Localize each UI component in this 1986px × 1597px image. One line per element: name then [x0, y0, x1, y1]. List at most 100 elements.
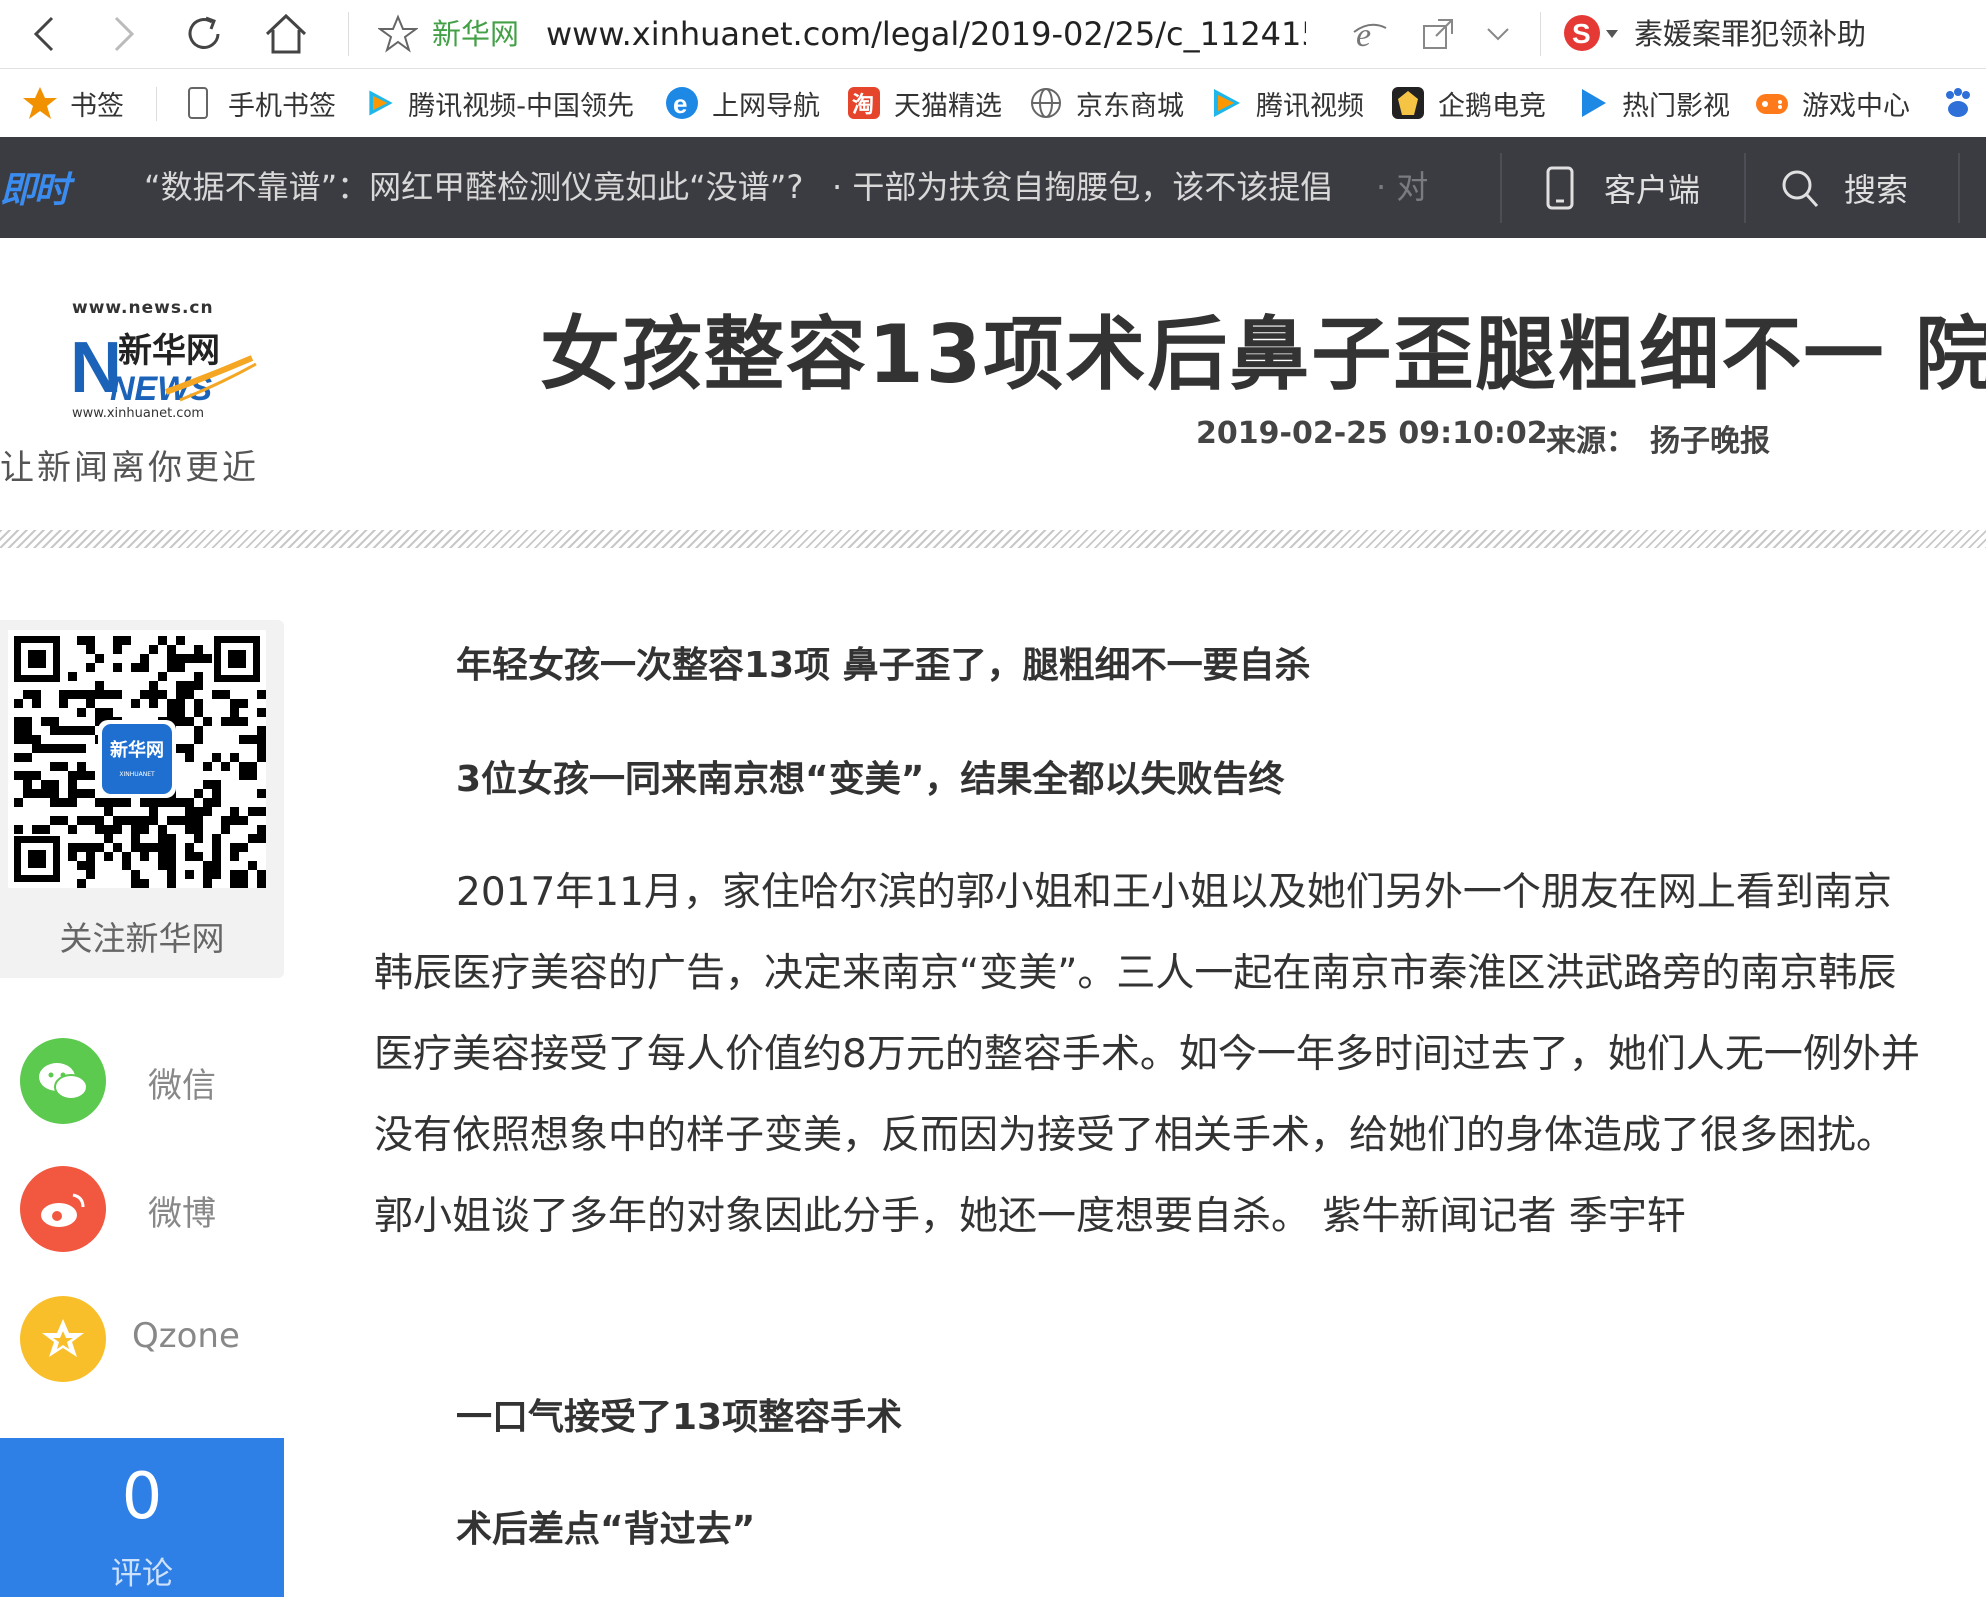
logo-brand-text: 新华网 — [118, 331, 220, 371]
bookmark-item-game-center[interactable]: 游戏中心 — [1754, 69, 1910, 137]
article-subhead: 术后差点“背过去” — [456, 1509, 756, 1550]
search-icon — [1782, 170, 1819, 207]
article-subhead: 3位女孩一同来南京想“变美”，结果全都以失败告终 — [456, 759, 1285, 800]
svg-text:淘: 淘 — [852, 92, 874, 118]
xinhua-news-logo-icon: N 新华网 NEWS — [70, 328, 257, 408]
ticker-item[interactable]: · 干部为扶贫自掏腰包，该不该提倡 — [832, 137, 1332, 238]
gamepad-icon — [1756, 94, 1788, 114]
share-label: 微博 — [148, 1194, 216, 1234]
client-label: 客户端 — [1604, 170, 1701, 209]
baidu-paw-icon — [1946, 88, 1970, 117]
toolbar-divider — [1540, 12, 1541, 56]
svg-text:S: S — [1572, 18, 1591, 49]
svg-text:e: e — [1356, 17, 1371, 54]
site-search-button[interactable]: 搜索 — [1780, 137, 1908, 238]
share-wechat-button[interactable]: 微信 — [20, 1036, 216, 1126]
reload-button[interactable] — [174, 4, 234, 64]
share-qzone-button[interactable]: Qzone — [20, 1294, 240, 1384]
qr-code-image: 新华网 XINHUANET — [8, 630, 266, 888]
ticker-logo: 即时 — [0, 170, 70, 211]
home-icon — [265, 13, 307, 54]
back-button[interactable] — [14, 4, 74, 64]
search-suggestion-text[interactable]: 素媛案罪犯领补助 — [1634, 12, 1866, 56]
ie-icon: e — [666, 87, 698, 119]
article-title: 女孩整容13项术后鼻子歪腿粗细不一 院方 — [540, 308, 1986, 401]
tencent-video-icon — [1214, 89, 1240, 117]
bookmark-item-baidu[interactable] — [1940, 69, 1986, 137]
bookmark-label: 京东商城 — [1076, 90, 1184, 122]
qzone-icon — [20, 1296, 106, 1382]
bookmark-item-tmall[interactable]: 淘 天猫精选 — [846, 69, 1002, 137]
bookmark-item-jd[interactable]: 京东商城 — [1028, 69, 1184, 137]
bookmark-item-hot-movies[interactable]: 热门影视 — [1574, 69, 1730, 137]
logo-url-top: www.news.cn — [72, 298, 214, 318]
bookmark-label: 腾讯视频 — [1256, 90, 1364, 122]
share-page-icon[interactable] — [1420, 16, 1456, 52]
publish-date: 2019-02-25 09:10:02 — [1196, 416, 1548, 451]
comment-label: 评论 — [111, 1556, 173, 1592]
play-icon — [1582, 89, 1606, 117]
star-outline-icon — [376, 14, 420, 53]
browser-address-bar: 新华网 www.xinhuanet.com/legal/2019-02/25/c… — [0, 0, 1986, 69]
forward-button[interactable] — [94, 4, 154, 64]
qr-center-label: 新华网 — [110, 739, 164, 761]
bookmark-label: 企鹅电竞 — [1438, 90, 1546, 122]
bookmark-item-mobile[interactable]: 手机书签 — [180, 69, 336, 137]
svg-text:e: e — [673, 89, 687, 119]
share-label: 微信 — [148, 1066, 216, 1106]
source-name: 扬子晚报 — [1650, 424, 1770, 459]
ie-mode-icon[interactable]: e — [1350, 14, 1390, 54]
bookmark-item-tencent-video-site[interactable]: 腾讯视频-中国领先 — [364, 69, 634, 137]
globe-icon — [1031, 88, 1061, 118]
bookmark-label: 手机书签 — [228, 90, 336, 122]
mobile-phone-icon — [1546, 166, 1574, 209]
logo-news-text: NEWS — [110, 370, 212, 408]
bookmark-item-bookmarks[interactable]: 书签 — [22, 69, 124, 137]
bookmark-label: 游戏中心 — [1802, 90, 1910, 122]
logo-url-bottom: www.xinhuanet.com — [72, 406, 205, 421]
bookmark-item-nav[interactable]: e 上网导航 — [664, 69, 820, 137]
bookmark-label: 书签 — [70, 90, 124, 122]
sogou-search-engine-icon[interactable]: S — [1560, 10, 1626, 56]
comment-count: 0 — [121, 1460, 163, 1534]
qr-center-sublabel: XINHUANET — [119, 771, 155, 778]
article-subhead: 年轻女孩一次整容13项 鼻子歪了，腿粗细不一要自杀 — [456, 645, 1311, 686]
reload-icon — [188, 16, 220, 49]
qr-caption: 关注新华网 — [59, 919, 225, 958]
penguin-esports-icon — [1392, 87, 1424, 119]
star-icon — [23, 87, 57, 119]
article-paragraph: 2017年11月，家住哈尔滨的郭小姐和王小姐以及她们另外一个朋友在网上看到南京韩… — [374, 870, 1920, 1239]
toolbar-divider — [348, 12, 349, 56]
share-weibo-button[interactable]: 微博 — [20, 1164, 216, 1254]
qr-code-panel: 新华网 XINHUANET 关注新华网 — [0, 620, 284, 978]
tmall-icon: 淘 — [848, 87, 880, 119]
chevron-down-icon[interactable] — [1480, 16, 1516, 52]
bookmark-item-tencent-video[interactable]: 腾讯视频 — [1208, 69, 1364, 137]
site-logo[interactable]: www.news.cn N 新华网 NEWS www.xinhuanet.com… — [0, 298, 300, 488]
bookmarks-bar: 书签 手机书签 腾讯视频-中国领先 e 上网导航 淘 天猫精选 京东商城 腾讯视… — [0, 69, 1986, 138]
ticker-divider — [1958, 153, 1960, 223]
share-label: Qzone — [132, 1316, 240, 1356]
bookmark-star-button[interactable] — [376, 14, 420, 54]
site-name-label: 新华网 — [432, 17, 520, 51]
bookmark-label: 腾讯视频-中国领先 — [408, 90, 634, 122]
bookmark-divider — [156, 87, 157, 121]
bookmark-label: 天猫精选 — [894, 90, 1002, 122]
ticker-item[interactable]: “数据不靠谱”：网红甲醛检测仪竟如此“没谱”? — [144, 137, 803, 238]
bookmark-item-penguin-esports[interactable]: 企鹅电竞 — [1390, 69, 1546, 137]
client-app-button[interactable]: 客户端 — [1540, 137, 1700, 238]
tencent-video-icon — [369, 90, 393, 116]
search-label: 搜索 — [1844, 170, 1909, 209]
forward-arrow-icon — [114, 16, 135, 52]
phone-icon — [188, 87, 208, 119]
header-divider — [0, 530, 1986, 548]
home-button[interactable] — [256, 4, 316, 64]
url-input[interactable]: www.xinhuanet.com/legal/2019-02/25/c_112… — [546, 12, 1306, 56]
bookmark-label: 上网导航 — [712, 90, 820, 122]
bookmark-label: 热门影视 — [1622, 90, 1730, 122]
source-label: 来源： — [1546, 424, 1636, 459]
ticker-item[interactable]: · 对 — [1376, 137, 1428, 238]
comment-button[interactable]: 0 评论 — [0, 1438, 284, 1597]
ticker-divider — [1500, 153, 1502, 223]
wechat-icon — [20, 1038, 106, 1124]
